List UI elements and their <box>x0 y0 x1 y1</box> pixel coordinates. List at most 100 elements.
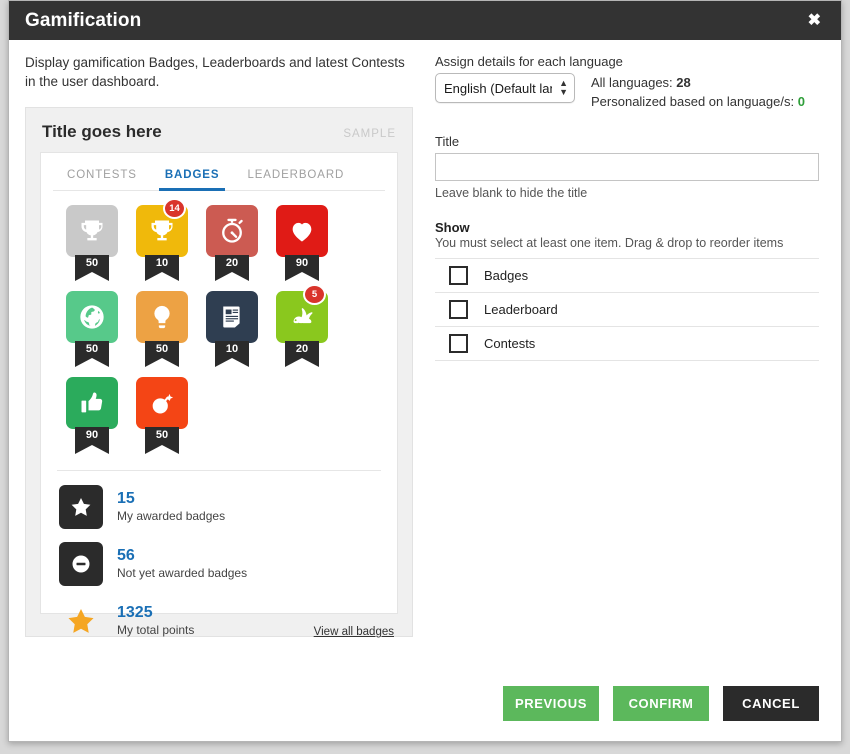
personalized-line: Personalized based on language/s: 0 <box>591 93 805 112</box>
show-block: Show You must select at least one item. … <box>435 220 819 361</box>
preview-container: Title goes here SAMPLE CONTESTS BADGES L… <box>25 107 413 638</box>
personalized-value: 0 <box>797 93 805 109</box>
show-item-label: Leaderboard <box>484 301 558 317</box>
stat-text: 1325 My total points <box>117 604 194 637</box>
badge-points-ribbon: 50 <box>75 341 109 368</box>
show-item-badges[interactable]: Badges <box>435 259 819 293</box>
show-subtext: You must select at least one item. Drag … <box>435 235 784 250</box>
preview-card: CONTESTS BADGES LEADERBOARD 50 14 10 20 90 50… <box>40 152 398 637</box>
badge-item[interactable]: 20 <box>197 205 267 282</box>
ribbon-tail <box>145 358 179 368</box>
badge-count-bubble: 5 <box>303 284 326 306</box>
left-panel: Display gamification Badges, Leaderboard… <box>9 40 427 638</box>
globe-icon <box>66 291 118 344</box>
news-icon <box>206 291 258 344</box>
badge-count-bubble: 14 <box>163 198 186 220</box>
badge-item[interactable]: 50 <box>57 205 127 282</box>
badge-item[interactable]: 90 <box>267 205 337 282</box>
badge-points-value: 50 <box>75 255 109 273</box>
personalized-label: Personalized based on language/s: <box>591 93 795 109</box>
badge-item[interactable]: 90 <box>57 377 127 454</box>
language-select-wrapper: English (Default language) ▲ ▼ <box>435 73 575 103</box>
page-title: Gamification <box>25 9 142 31</box>
intro-text: Display gamification Badges, Leaderboard… <box>25 55 405 89</box>
title-field-label: Title <box>435 133 460 149</box>
ribbon-tail <box>75 444 109 454</box>
ribbon-tail <box>285 358 319 368</box>
stat-text: 56 Not yet awarded badges <box>117 547 247 580</box>
ribbon-tail <box>285 272 319 282</box>
all-languages-label: All languages: <box>591 75 673 90</box>
badge-points-ribbon: 90 <box>285 255 319 282</box>
badge-grid: 50 14 10 20 90 50 50 10 5 20 90 50 <box>57 191 381 463</box>
badge-points-value: 50 <box>75 341 109 359</box>
badge-item[interactable]: 10 <box>197 291 267 368</box>
badge-item[interactable]: 50 <box>127 291 197 368</box>
stat-label: Not yet awarded badges <box>117 565 248 580</box>
badge-points-ribbon: 50 <box>145 341 179 368</box>
badge-item[interactable]: 5 20 <box>267 284 337 368</box>
badge-points-value: 10 <box>215 341 249 359</box>
cancel-button[interactable]: CANCEL <box>723 686 819 721</box>
stat-value: 15 <box>117 490 135 508</box>
stats-list: 15 My awarded badges 56 Not yet awarded bad… <box>57 471 381 643</box>
trophy-icon <box>66 205 118 258</box>
confirm-button[interactable]: CONFIRM <box>613 686 709 721</box>
badge-item[interactable]: 50 <box>57 291 127 368</box>
badge-points-ribbon: 50 <box>75 255 109 282</box>
badge-points-value: 50 <box>145 427 179 445</box>
minus-circle-icon <box>59 541 103 586</box>
all-languages-value: 28 <box>676 75 691 90</box>
tab-contests[interactable]: CONTESTS <box>53 165 151 190</box>
show-item-label: Badges <box>484 267 529 283</box>
show-item-contests[interactable]: Contests <box>435 327 819 361</box>
title-hint: Leave blank to hide the title <box>435 185 588 200</box>
ribbon-tail <box>75 272 109 282</box>
badge-item[interactable]: 50 <box>127 377 197 454</box>
stopwatch-icon <box>206 205 258 258</box>
previous-button[interactable]: PREVIOUS <box>503 686 599 721</box>
badge-points-ribbon: 90 <box>75 427 109 454</box>
heart-icon <box>276 205 328 258</box>
ribbon-tail <box>215 272 249 282</box>
checkbox-icon[interactable] <box>449 265 468 285</box>
stat-label: My total points <box>117 622 195 637</box>
title-field-block: Title Leave blank to hide the title <box>435 134 819 200</box>
star-icon <box>59 599 103 643</box>
tab-leaderboard[interactable]: LEADERBOARD <box>233 165 358 190</box>
all-languages-line: All languages: 28 <box>591 74 805 93</box>
modal-titlebar: Gamification ✖ <box>9 1 841 40</box>
ribbon-tail <box>145 444 179 454</box>
right-panel: Assign details for each language English… <box>427 40 841 637</box>
badge-points-value: 90 <box>285 255 319 273</box>
ribbon-tail <box>145 272 179 282</box>
badge-points-ribbon: 20 <box>215 255 249 282</box>
checkbox-icon[interactable] <box>449 299 468 319</box>
language-select[interactable]: English (Default language) <box>435 73 575 103</box>
badge-item[interactable]: 14 10 <box>127 198 197 282</box>
language-row: English (Default language) ▲ ▼ All langua… <box>435 73 819 112</box>
lightbulb-icon <box>136 291 188 344</box>
modal-body: Display gamification Badges, Leaderboard… <box>9 40 841 638</box>
badge-points-ribbon: 10 <box>145 255 179 282</box>
stat-row: 15 My awarded badges <box>59 484 381 529</box>
stat-text: 15 My awarded badges <box>117 490 225 523</box>
language-heading: Assign details for each language <box>435 54 623 69</box>
show-item-leaderboard[interactable]: Leaderboard <box>435 293 819 327</box>
badge-points-value: 90 <box>75 427 109 445</box>
preview-header: Title goes here SAMPLE <box>40 120 398 152</box>
badge-points-ribbon: 20 <box>285 341 319 368</box>
title-input[interactable] <box>435 152 819 181</box>
tab-badges[interactable]: BADGES <box>151 165 234 192</box>
ribbon-tail <box>75 358 109 368</box>
trophy-icon: 14 <box>136 198 188 258</box>
badge-points-ribbon: 50 <box>145 427 179 454</box>
bomb-icon <box>136 377 188 430</box>
stat-value: 1325 <box>117 604 153 622</box>
badge-points-value: 10 <box>145 255 179 273</box>
show-item-label: Contests <box>484 335 536 351</box>
show-heading: Show <box>435 219 470 235</box>
close-icon[interactable]: ✖ <box>802 9 827 33</box>
checkbox-icon[interactable] <box>449 333 468 353</box>
sample-badge: SAMPLE <box>343 128 396 141</box>
